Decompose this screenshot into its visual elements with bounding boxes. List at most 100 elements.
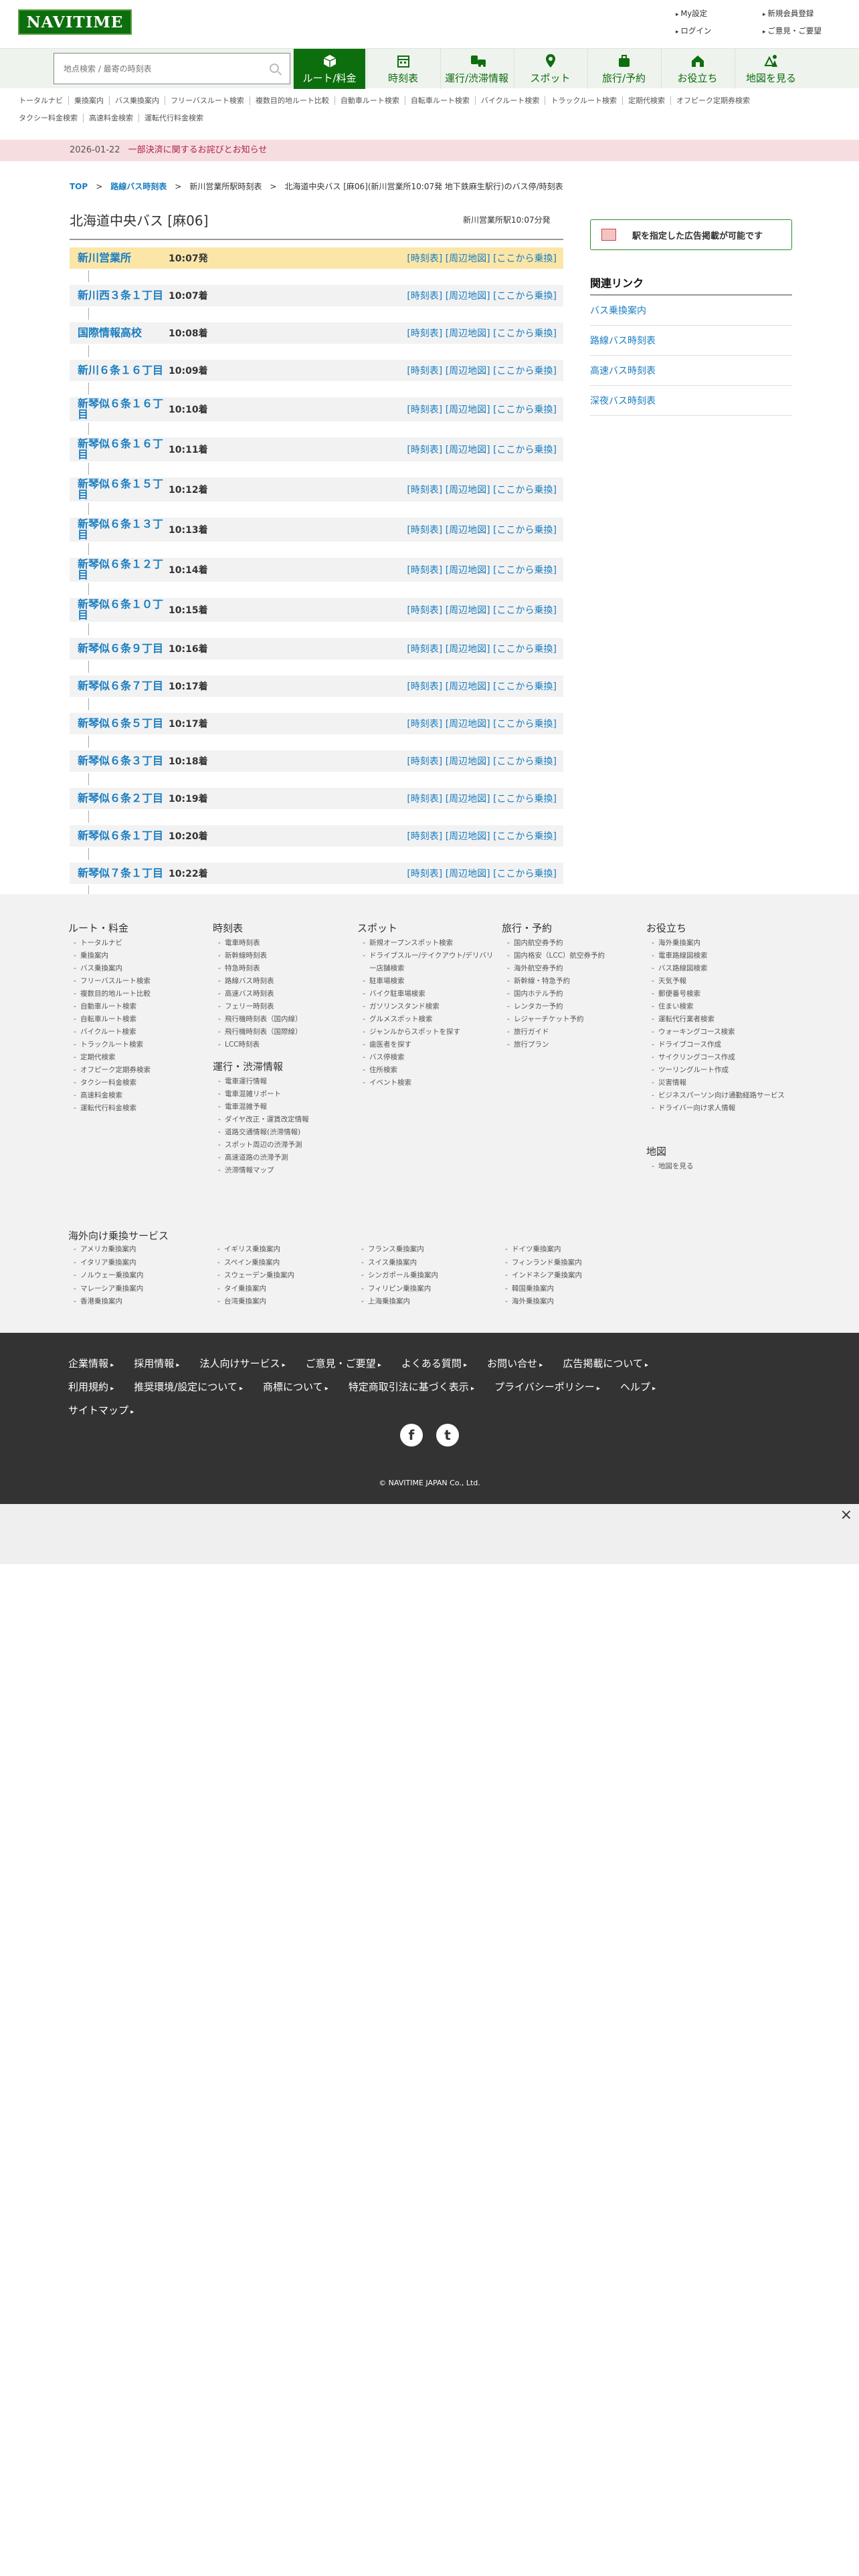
overseas-link[interactable]: 韓国乗換案内 [500, 1283, 644, 1296]
footer-link[interactable]: ドライバー向け求人情報 [646, 1102, 787, 1115]
footer-bottom-link[interactable]: 広告掲載について [563, 1358, 648, 1370]
breadcrumb-route[interactable]: 路線バス時刻表 [110, 182, 167, 191]
tab-travel[interactable]: 旅行/予約 [587, 49, 660, 89]
subnav-item[interactable]: 乗換案内 [69, 96, 110, 105]
footer-link[interactable]: 道路交通情報(渋滞情報) [213, 1126, 353, 1139]
footer-link[interactable]: 複数目的地ルート比較 [68, 988, 209, 1000]
footer-bottom-link[interactable]: 採用情報 [134, 1358, 179, 1370]
overseas-link[interactable]: イタリア乗換案内 [68, 1257, 212, 1270]
overseas-link[interactable]: スペイン乗換案内 [212, 1257, 356, 1270]
footer-link[interactable]: 住まい検索 [646, 1000, 787, 1013]
subnav-item[interactable]: バス乗換案内 [110, 96, 165, 105]
footer-link[interactable]: 特急時刻表 [213, 962, 353, 975]
overseas-link[interactable]: イギリス乗換案内 [212, 1243, 356, 1257]
footer-link[interactable]: 駐車場検索 [357, 975, 498, 988]
stop-name[interactable]: 国際情報高校 [70, 328, 169, 338]
ad-button[interactable]: 駅を指定した広告掲載が可能です [590, 219, 792, 250]
stop-links[interactable]: [時刻表] [周辺地図] [ここから乗換] [407, 679, 563, 693]
tab-spot[interactable]: スポット [514, 49, 586, 89]
footer-link[interactable]: 電車時刻表 [213, 937, 353, 950]
footer-bottom-link[interactable]: お問い合せ [487, 1358, 543, 1370]
stop-links[interactable]: [時刻表] [周辺地図] [ここから乗換] [407, 642, 563, 655]
footer-link[interactable]: 災害情報 [646, 1077, 787, 1089]
stop-links[interactable]: [時刻表] [周辺地図] [ここから乗換] [407, 289, 563, 302]
stop-name[interactable]: 新琴似６条２丁目 [70, 793, 169, 804]
footer-link[interactable]: 路線バス時刻表 [213, 975, 353, 988]
footer-link[interactable]: 高速道路の渋滞予測 [213, 1152, 353, 1164]
stop-links[interactable]: [時刻表] [周辺地図] [ここから乗換] [407, 563, 563, 576]
footer-bottom-link[interactable]: 法人向けサービス [199, 1358, 285, 1370]
stop-name[interactable]: 新琴似６条３丁目 [70, 756, 169, 766]
stop-links[interactable]: [時刻表] [周辺地図] [ここから乗換] [407, 523, 563, 536]
footer-link[interactable]: バス停検索 [357, 1051, 498, 1064]
footer-link[interactable]: 天気予報 [646, 975, 787, 988]
footer-link[interactable]: グルメスポット検索 [357, 1013, 498, 1026]
login-link[interactable]: ログイン [676, 25, 763, 36]
overseas-link[interactable]: フィリピン乗換案内 [356, 1283, 500, 1296]
footer-link[interactable]: 郵便番号検索 [646, 988, 787, 1000]
stop-name[interactable]: 新琴似６条１丁目 [70, 831, 169, 841]
close-icon[interactable]: × [840, 1507, 852, 1523]
stop-links[interactable]: [時刻表] [周辺地図] [ここから乗換] [407, 483, 563, 496]
subnav-item[interactable]: タクシー料金検索 [13, 114, 84, 122]
stop-links[interactable]: [時刻表] [周辺地図] [ここから乗換] [407, 754, 563, 768]
stop-name[interactable]: 新琴似６条９丁目 [70, 643, 169, 654]
stop-name[interactable]: 新琴似６条７丁目 [70, 681, 169, 691]
subnav-item[interactable]: トータルナビ [13, 96, 69, 105]
subnav-item[interactable]: 自転車ルート検索 [405, 96, 476, 105]
stop-links[interactable]: [時刻表] [周辺地図] [ここから乗換] [407, 717, 563, 730]
footer-link[interactable]: ダイヤ改正・運賃改定情報 [213, 1113, 353, 1126]
footer-link[interactable]: 飛行機時刻表（国際線） [213, 1026, 353, 1039]
footer-link[interactable]: 歯医者を探す [357, 1039, 498, 1051]
stop-name[interactable]: 新琴似６条１６丁目 [70, 439, 169, 460]
stop-name[interactable]: 新琴似６条１６丁目 [70, 399, 169, 420]
footer-link[interactable]: トラックルート検索 [68, 1039, 209, 1051]
overseas-link[interactable]: 台湾乗換案内 [212, 1295, 356, 1309]
footer-bottom-link[interactable]: 企業情報 [68, 1358, 114, 1370]
my-settings-link[interactable]: My設定 [676, 8, 763, 19]
footer-link[interactable]: 渋滞情報マップ [213, 1164, 353, 1177]
footer-link[interactable]: ドライブスルー/テイクアウト/デリバリー店舗検索 [357, 950, 498, 975]
stop-name[interactable]: 新琴似６条１２丁目 [70, 559, 169, 580]
overseas-link[interactable]: タイ乗換案内 [212, 1283, 356, 1296]
footer-link[interactable]: ウォーキングコース検索 [646, 1026, 787, 1039]
overseas-link[interactable]: シンガポール乗換案内 [356, 1269, 500, 1283]
facebook-icon[interactable]: f [400, 1424, 423, 1446]
footer-link[interactable]: 電車路線図検索 [646, 950, 787, 962]
overseas-link[interactable]: マレーシア乗換案内 [68, 1283, 212, 1296]
subnav-item[interactable]: 自動車ルート検索 [335, 96, 405, 105]
footer-link[interactable]: 電車混雑リポート [213, 1088, 353, 1101]
stop-links[interactable]: [時刻表] [周辺地図] [ここから乗換] [407, 603, 563, 617]
footer-link[interactable]: バス路線図検索 [646, 962, 787, 975]
footer-bottom-link[interactable]: 特定商取引法に基づく表示 [349, 1381, 474, 1393]
footer-link[interactable]: ガソリンスタンド検索 [357, 1000, 498, 1013]
overseas-link[interactable]: インドネシア乗換案内 [500, 1269, 644, 1283]
stop-name[interactable]: 新川西３条１丁目 [70, 290, 169, 301]
stop-links[interactable]: [時刻表] [周辺地図] [ここから乗換] [407, 792, 563, 805]
related-link[interactable]: 高速バス時刻表 [590, 356, 792, 386]
tab-route[interactable]: ルート/料金 [293, 49, 365, 89]
subnav-item[interactable]: オフピーク定期券検索 [671, 96, 755, 105]
search-icon[interactable] [270, 64, 279, 73]
overseas-link[interactable]: スイス乗換案内 [356, 1257, 500, 1270]
footer-link[interactable]: 電車混雑予報 [213, 1101, 353, 1113]
footer-bottom-link[interactable]: よくある質問 [401, 1358, 467, 1370]
stop-links[interactable]: [時刻表] [周辺地図] [ここから乗換] [407, 403, 563, 416]
twitter-icon[interactable]: t [436, 1424, 459, 1446]
stop-name[interactable]: 新琴似６条１５丁目 [70, 479, 169, 500]
stop-name[interactable]: 新川６条１６丁目 [70, 365, 169, 376]
footer-link[interactable]: 新幹線・特急予約 [502, 975, 642, 988]
overseas-link[interactable]: 海外乗換案内 [500, 1295, 644, 1309]
footer-link[interactable]: オフピーク定期券検索 [68, 1064, 209, 1077]
footer-link[interactable]: 新規オープンスポット検索 [357, 937, 498, 950]
footer-link[interactable]: 新幹線時刻表 [213, 950, 353, 962]
footer-bottom-link[interactable]: サイトマップ [68, 1404, 134, 1416]
subnav-item[interactable]: 定期代検索 [623, 96, 672, 105]
stop-links[interactable]: [時刻表] [周辺地図] [ここから乗換] [407, 867, 563, 880]
footer-link[interactable]: 運転代行業者検索 [646, 1013, 787, 1026]
feedback-link[interactable]: ご意見・ご要望 [763, 25, 850, 36]
footer-link[interactable]: 自転車ルート検索 [68, 1013, 209, 1026]
footer-link[interactable]: 海外航空券予約 [502, 962, 642, 975]
overseas-link[interactable]: アメリカ乗換案内 [68, 1243, 212, 1257]
footer-link[interactable]: スポット周辺の渋滞予測 [213, 1139, 353, 1152]
